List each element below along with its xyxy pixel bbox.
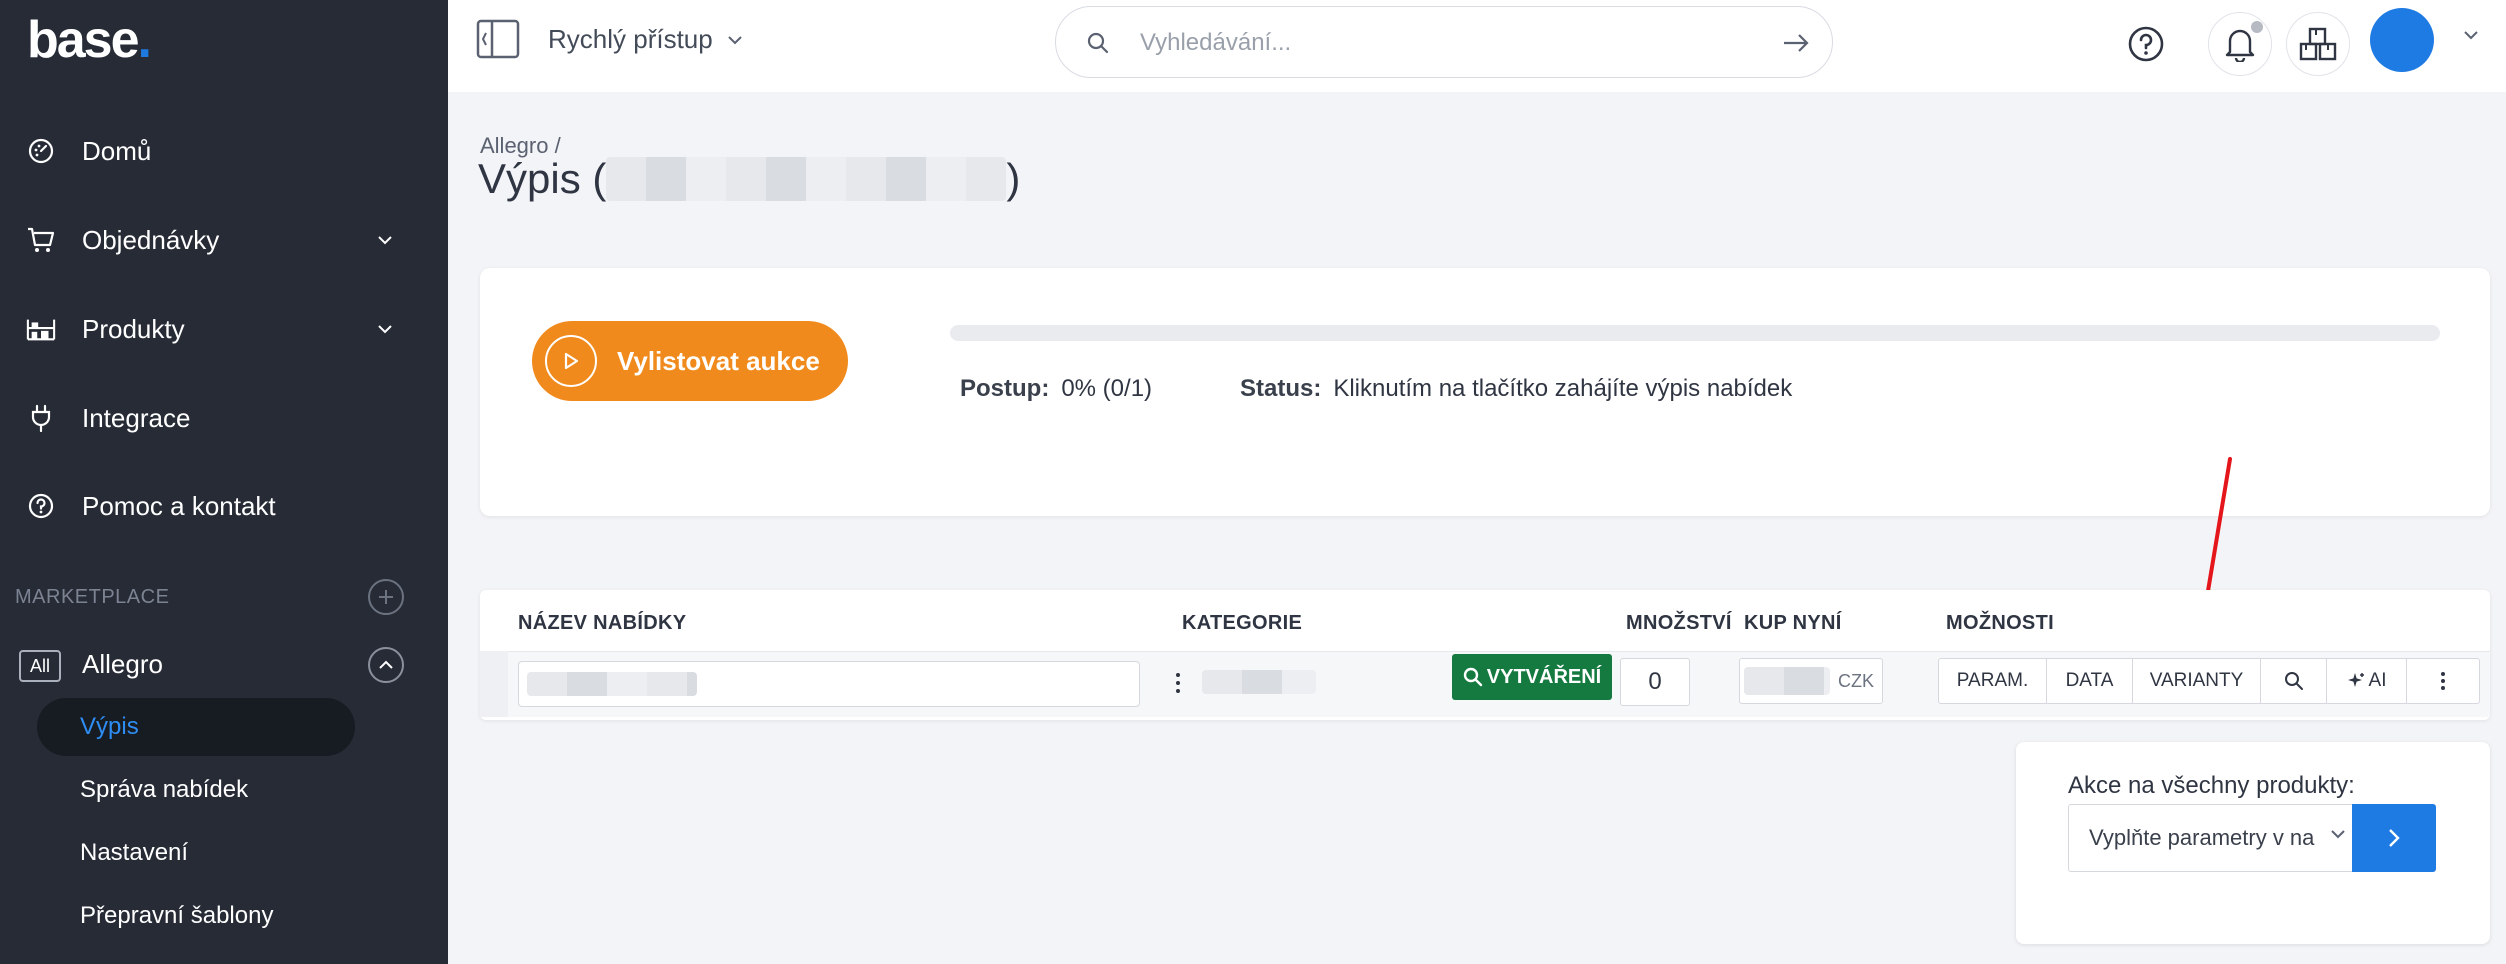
- start-listing-button[interactable]: Vylistovat aukce: [532, 321, 848, 401]
- sidebar-item-home[interactable]: Domů: [0, 121, 448, 181]
- ai-button[interactable]: AI: [2327, 659, 2407, 703]
- progress-bar: [950, 325, 2440, 341]
- search-input[interactable]: [1140, 25, 1700, 61]
- apply-bulk-action-button[interactable]: [2352, 804, 2436, 872]
- kebab-icon: [1176, 673, 1180, 693]
- sidebar-item-label: Objednávky: [82, 224, 220, 255]
- apps-button[interactable]: [2286, 12, 2350, 76]
- chevron-down-icon[interactable]: [2463, 30, 2479, 40]
- bulk-actions-card: Akce na všechny produkty: Vyplňte parame…: [2016, 742, 2490, 944]
- chevron-down-icon: [728, 35, 742, 44]
- search-button[interactable]: [2261, 659, 2327, 703]
- column-header-category: KATEGORIE: [1182, 612, 1303, 634]
- chevron-up-icon: [379, 660, 393, 669]
- sidebar-toggle-icon: [476, 19, 520, 59]
- sparkle-icon: [2347, 673, 2364, 687]
- dashboard-icon: [26, 136, 56, 166]
- all-accounts-badge[interactable]: All: [19, 650, 61, 682]
- search-icon: [2284, 672, 2303, 690]
- sidebar-subitem-offer-management[interactable]: Správa nabídek: [37, 761, 355, 819]
- sidebar-item-label: Pomoc a kontakt: [82, 490, 276, 521]
- marketplace-name[interactable]: Allegro: [82, 649, 163, 680]
- column-header-quantity: MNOŽSTVÍ: [1626, 612, 1732, 634]
- sidebar-item-help[interactable]: Pomoc a kontakt: [0, 476, 448, 536]
- toggle-sidebar-button[interactable]: [476, 19, 520, 59]
- search-icon: [1463, 667, 1482, 687]
- redacted-account-name: [606, 157, 1007, 201]
- brand-logo[interactable]: base.: [27, 10, 152, 70]
- top-bar: Rychlý přístup: [448, 0, 2506, 92]
- chevron-down-icon: [2331, 830, 2345, 839]
- quick-access-label: Rychlý přístup: [548, 24, 713, 54]
- currency-label: CZK: [1838, 671, 1874, 691]
- sidebar: base. Domů Objednávky Produkty Integrace…: [0, 0, 448, 964]
- quick-access-dropdown[interactable]: Rychlý přístup: [548, 24, 743, 55]
- help-circle-icon: [26, 491, 56, 521]
- bulk-action-select[interactable]: Vyplňte parametry v na: [2068, 804, 2356, 872]
- category-menu-button[interactable]: [1168, 663, 1188, 703]
- chevron-down-icon: [374, 229, 396, 251]
- sidebar-item-integrations[interactable]: Integrace: [0, 388, 448, 448]
- chevron-down-icon: [374, 318, 396, 340]
- cart-icon: [26, 225, 56, 255]
- help-button[interactable]: [2114, 12, 2178, 76]
- sidebar-item-orders[interactable]: Objednávky: [0, 210, 448, 270]
- global-search: [1055, 6, 1833, 78]
- column-header-name: NÁZEV NABÍDKY: [518, 612, 687, 634]
- chevron-right-icon: [2389, 829, 2400, 847]
- progress-status: Postup: 0% (0/1): [960, 375, 1153, 402]
- sidebar-item-label: Produkty: [82, 313, 185, 344]
- sidebar-item-products[interactable]: Produkty: [0, 299, 448, 359]
- sidebar-subitem-shipping-templates[interactable]: Přepravní šablony: [37, 887, 355, 945]
- kebab-icon: [2441, 672, 2445, 690]
- marketplace-section-label: MARKETPLACE: [15, 586, 170, 608]
- plug-icon: [26, 403, 56, 433]
- boxes-icon: [2299, 27, 2337, 61]
- sidebar-subitem-settings[interactable]: Nastavení: [37, 824, 355, 882]
- play-icon: [545, 335, 597, 387]
- page-title: Výpis ( ): [478, 155, 1021, 202]
- redacted-price: [1744, 667, 1830, 695]
- quantity-input[interactable]: [1620, 658, 1690, 706]
- redacted-category: [1202, 670, 1316, 694]
- sidebar-item-label: Integrace: [82, 402, 191, 433]
- bell-icon: [2225, 29, 2255, 62]
- column-header-buy-now: KUP NYNÍ: [1744, 612, 1842, 634]
- more-options-button[interactable]: [2407, 659, 2479, 703]
- column-header-options: MOŽNOSTI: [1946, 612, 2054, 634]
- redacted-offer-name: [527, 672, 697, 696]
- params-button[interactable]: PARAM.: [1939, 659, 2047, 703]
- notifications-button[interactable]: [2208, 12, 2272, 76]
- warehouse-icon: [26, 314, 56, 344]
- row-drag-handle[interactable]: [480, 651, 508, 717]
- variants-button[interactable]: VARIANTY: [2133, 659, 2261, 703]
- collapse-marketplace-button[interactable]: [368, 647, 404, 683]
- search-icon: [1087, 32, 1109, 54]
- create-category-button[interactable]: VYTVÁŘENÍ: [1452, 654, 1612, 700]
- notification-dot: [2251, 21, 2263, 33]
- add-marketplace-button[interactable]: [368, 579, 404, 615]
- sidebar-item-label: Domů: [82, 135, 152, 166]
- listing-status: Status: Kliknutím na tlačítko zahájíte vý…: [1240, 375, 1793, 402]
- plus-icon: [379, 590, 393, 604]
- arrow-right-icon[interactable]: [1782, 31, 1810, 55]
- user-avatar[interactable]: [2370, 8, 2434, 72]
- price-input[interactable]: CZK: [1739, 658, 1883, 704]
- help-circle-icon: [2128, 26, 2164, 62]
- sidebar-subitem-listing[interactable]: Výpis: [37, 698, 355, 756]
- row-options-group: PARAM. DATA VARIANTY AI: [1938, 658, 2480, 704]
- data-button[interactable]: DATA: [2047, 659, 2133, 703]
- bulk-actions-label: Akce na všechny produkty:: [2068, 772, 2355, 799]
- offers-table: NÁZEV NABÍDKY KATEGORIE MNOŽSTVÍ KUP NYN…: [480, 590, 2490, 720]
- offer-name-input[interactable]: [518, 661, 1140, 707]
